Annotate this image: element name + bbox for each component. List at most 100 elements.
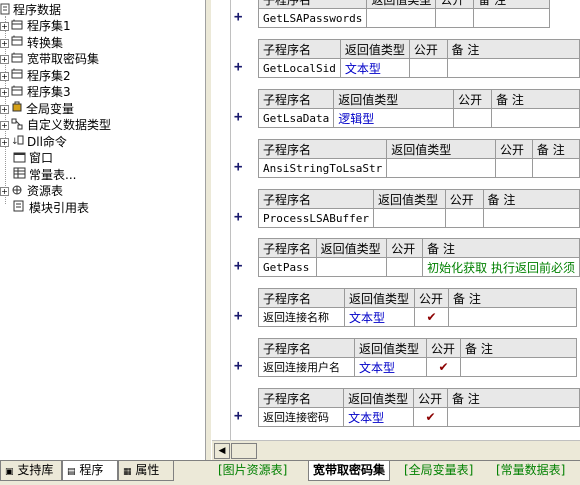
tree-item-label: 常量表...	[29, 167, 77, 182]
tree-item[interactable]: + 全局变量	[0, 101, 74, 117]
tree-item[interactable]: + ↓ Dll命令	[0, 134, 67, 150]
expand-subroutine-icon[interactable]: +	[234, 408, 242, 424]
subroutine-row[interactable]: GetPass 初始化获取 执行返回前必须	[258, 257, 580, 277]
expand-icon[interactable]: +	[0, 71, 9, 81]
subroutine-return-type[interactable]: 文本型	[344, 307, 415, 327]
subroutine-remark[interactable]: 初始化获取 执行返回前必须	[422, 257, 580, 277]
tree-item[interactable]: + 程序集3	[0, 84, 71, 100]
subroutine-name[interactable]: 返回连接密码	[257, 407, 345, 427]
tree-item[interactable]: 模块引用表	[0, 200, 89, 216]
subroutine-return-type[interactable]: 文本型	[343, 407, 415, 427]
expand-subroutine-icon[interactable]: +	[234, 159, 242, 175]
subroutine-row[interactable]: GetLocalSid 文本型	[258, 58, 580, 78]
subroutine-public[interactable]: ✔	[413, 407, 448, 427]
subroutine-name[interactable]: GetLsaData	[257, 108, 335, 128]
expand-subroutine-icon[interactable]: +	[234, 209, 242, 225]
expand-icon[interactable]: +	[0, 137, 9, 147]
subroutine-name[interactable]: AnsiStringToLsaStr	[257, 158, 388, 178]
subroutine-public[interactable]	[435, 8, 475, 28]
horizontal-scrollbar[interactable]: ◀	[212, 440, 580, 460]
sheet-tab[interactable]: [全局变量表]	[404, 461, 473, 481]
expand-icon[interactable]: +	[0, 121, 9, 130]
subroutine-remark[interactable]	[482, 208, 580, 228]
subroutine-return-type[interactable]	[372, 208, 446, 228]
subroutine-row[interactable]: 返回连接名称 文本型 ✔	[258, 307, 577, 327]
expand-subroutine-icon[interactable]: +	[234, 9, 242, 25]
subroutine-return-type[interactable]: 逻辑型	[333, 108, 455, 128]
scroll-left-button[interactable]: ◀	[214, 443, 230, 459]
subroutine-return-type[interactable]	[386, 158, 496, 178]
subroutine-remark[interactable]	[446, 407, 580, 427]
tree-item[interactable]: + 程序集2	[0, 68, 71, 84]
scroll-thumb[interactable]	[231, 443, 257, 459]
subroutine-return-type[interactable]: 文本型	[339, 58, 410, 78]
subroutine-return-type[interactable]	[366, 8, 437, 28]
subroutine-row[interactable]: GetLSAPasswords	[257, 8, 551, 28]
tree-item[interactable]: + 宽带取密码集	[0, 51, 99, 67]
expand-icon[interactable]: +	[0, 22, 9, 31]
subroutine-name[interactable]: GetPass	[258, 257, 317, 277]
program-data-icon	[0, 3, 10, 19]
expand-subroutine-icon[interactable]: +	[234, 258, 242, 274]
expand-icon[interactable]: +	[0, 55, 9, 64]
expand-icon[interactable]: +	[0, 88, 9, 97]
sheet-tab[interactable]: [图片资源表]	[218, 461, 287, 481]
tab-properties[interactable]: ▦ 属性	[118, 461, 174, 481]
subroutine-remark[interactable]	[446, 58, 580, 78]
header-name: 子程序名	[258, 238, 317, 258]
tab-support-library[interactable]: ▣ 支持库	[0, 461, 62, 481]
tree-item[interactable]: + 程序集1	[0, 18, 71, 34]
expand-subroutine-icon[interactable]: +	[234, 358, 242, 374]
sheet-tab[interactable]: [常量数据表]	[496, 461, 565, 481]
tree-item[interactable]: + 转换集	[0, 35, 63, 51]
subroutine-remark[interactable]	[460, 357, 577, 377]
subroutine-name[interactable]: 返回连接用户名	[258, 357, 355, 377]
subroutine-public[interactable]	[453, 108, 493, 128]
subroutine-remark[interactable]	[531, 158, 580, 178]
subroutine-row[interactable]: ProcessLSABuffer	[258, 208, 580, 228]
subroutine-name[interactable]: GetLSAPasswords	[257, 8, 368, 28]
subroutine-row[interactable]: 返回连接密码 文本型 ✔	[257, 407, 580, 427]
subroutine-row[interactable]: 返回连接用户名 文本型 ✔	[258, 357, 577, 377]
subroutine-table: 子程序名返回值类型公开备 注GetLSAPasswords	[257, 0, 551, 28]
expand-subroutine-icon[interactable]: +	[234, 308, 242, 324]
subroutine-public[interactable]: ✔	[426, 357, 461, 377]
subroutine-public[interactable]	[444, 208, 484, 228]
subroutine-public[interactable]	[408, 58, 448, 78]
expand-subroutine-icon[interactable]: +	[234, 59, 242, 75]
subroutine-name[interactable]: GetLocalSid	[258, 58, 341, 78]
sheet-tab[interactable]: 宽带取密码集	[308, 461, 391, 481]
header-return-type: 返回值类型	[354, 338, 427, 358]
subroutine-public[interactable]: ✔	[414, 307, 449, 327]
expand-icon[interactable]: +	[0, 104, 9, 114]
public-check-icon: ✔	[438, 360, 449, 374]
subroutine-name[interactable]: 返回连接名称	[258, 307, 345, 327]
subroutine-remark[interactable]	[448, 307, 577, 327]
subroutine-public[interactable]	[386, 257, 424, 277]
tree-item-label: 程序集3	[27, 85, 71, 99]
header-return-type: 返回值类型	[315, 238, 388, 258]
subroutine-return-type[interactable]: 文本型	[354, 357, 427, 377]
header-name: 子程序名	[257, 89, 335, 109]
panel-splitter[interactable]	[205, 0, 212, 460]
tree-item-label: 宽带取密码集	[27, 52, 100, 66]
expand-subroutine-icon[interactable]: +	[234, 109, 242, 125]
subroutine-remark[interactable]	[473, 8, 551, 28]
tree-item[interactable]: 窗口	[0, 150, 53, 166]
subroutine-return-type[interactable]	[315, 257, 388, 277]
subroutine-row[interactable]: AnsiStringToLsaStr	[257, 158, 580, 178]
tree-item[interactable]: + 自定义数据类型	[0, 117, 111, 133]
expand-icon[interactable]: +	[0, 187, 9, 196]
subroutine-remark[interactable]	[491, 108, 580, 128]
expand-icon[interactable]: +	[0, 38, 9, 48]
tree-item[interactable]: 常量表...	[0, 167, 76, 183]
subroutine-public[interactable]	[494, 158, 533, 178]
subroutine-row[interactable]: GetLsaData 逻辑型	[257, 108, 580, 128]
tree-item[interactable]: + 资源表	[0, 183, 63, 199]
tab-program[interactable]: ▤ 程序	[62, 461, 118, 481]
header-return-type: 返回值类型	[372, 189, 446, 209]
tree-root-program-data[interactable]: 程序数据	[0, 2, 61, 18]
subroutine-name[interactable]: ProcessLSABuffer	[258, 208, 374, 228]
code-editor[interactable]: +子程序名返回值类型公开备 注GetLSAPasswords+子程序名返回值类型…	[212, 0, 580, 440]
module-icon	[11, 52, 24, 68]
